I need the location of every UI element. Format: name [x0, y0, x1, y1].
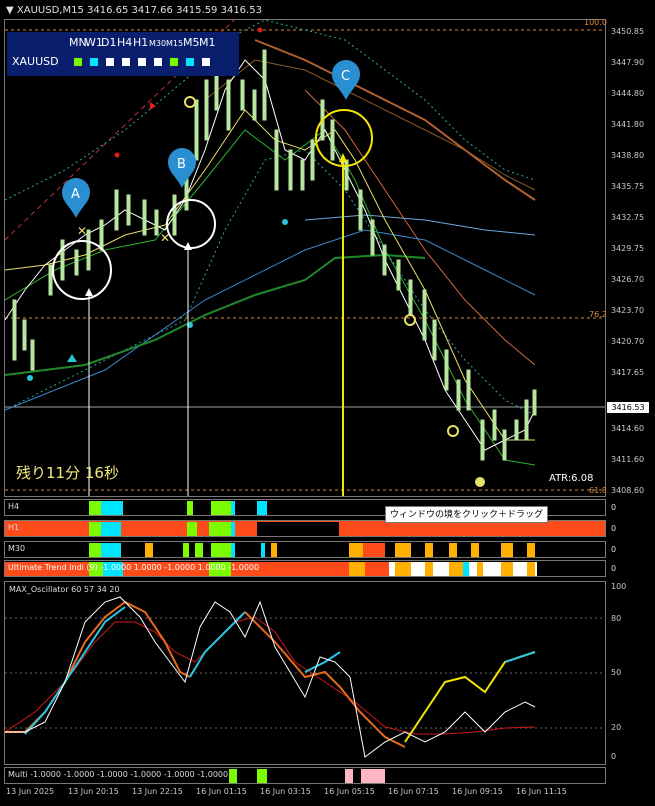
chart-menu-arrow-icon[interactable]: ▼: [6, 5, 14, 16]
mtf-tf-m5: M5: [183, 36, 200, 49]
multi-timeframe-panel: XAUUSD MN W1 D1 H4 H1 M30 M15 M5 M1: [7, 32, 239, 76]
strip-h4-label: H4: [8, 502, 20, 511]
ohlc-values: 3416.65 3417.66 3415.59 3416.53: [87, 5, 262, 16]
mtf-symbol: XAUUSD: [12, 55, 59, 68]
resize-tooltip: ウィンドウの境をクリック＋ドラッグ: [385, 506, 548, 523]
strip-ultimate-value: 0: [611, 564, 617, 573]
price-label: 3420.70: [611, 337, 645, 346]
strip-m30-label: M30: [8, 544, 26, 553]
mtf-status-square: [170, 58, 178, 66]
price-label: 3423.70: [611, 306, 645, 315]
mtf-status-square: [138, 58, 146, 66]
pin-b-icon: B: [168, 148, 196, 188]
price-label: 3447.90: [611, 58, 645, 67]
atr-value: ATR:6.08: [549, 473, 594, 484]
time-label: 13 Jun 2025: [6, 787, 55, 796]
time-label: 16 Jun 07:15: [388, 787, 439, 796]
mtf-status-square: [106, 58, 114, 66]
mtf-tf-m1: M1: [199, 36, 216, 49]
strip-ultimate-label: Ultimate Trend Indi (9) -1.0000 1.0000 -…: [8, 563, 260, 572]
svg-text:B: B: [177, 157, 186, 172]
osc-level: 50: [611, 668, 622, 677]
chart-title: ▼ XAUUSD,M15 3416.65 3417.66 3415.59 341…: [6, 5, 262, 16]
mtf-status-square: [90, 58, 98, 66]
price-label: 3441.80: [611, 120, 645, 129]
strip-multi[interactable]: Multi -1.0000 -1.0000 -1.0000 -1.0000 -1…: [4, 767, 606, 784]
price-label: 3432.75: [611, 213, 645, 222]
strip-ultimate-trend[interactable]: Ultimate Trend Indi (9) -1.0000 1.0000 -…: [4, 560, 606, 577]
fibo-76-label: 76.2: [589, 310, 607, 319]
mtf-status-square: [122, 58, 130, 66]
fibo-61-label: 61.8: [589, 486, 607, 495]
strip-multi-label: Multi -1.0000 -1.0000 -1.0000 -1.0000 -1…: [8, 770, 229, 779]
time-label: 16 Jun 03:15: [260, 787, 311, 796]
price-label: 3417.65: [611, 368, 645, 377]
price-label: 3444.80: [611, 89, 645, 98]
price-label: 3438.80: [611, 151, 645, 160]
time-label: 16 Jun 11:15: [516, 787, 567, 796]
strip-m30[interactable]: M30: [4, 541, 606, 558]
price-label: 3429.75: [611, 244, 645, 253]
fibo-100-label: 100.0: [584, 18, 607, 27]
symbol-timeframe: XAUUSD,M15: [16, 5, 84, 16]
candle-timer: 残り11分 16秒: [16, 464, 119, 482]
strip-h1-value: 0: [611, 524, 617, 533]
osc-level: 100: [611, 582, 627, 591]
osc-level: 20: [611, 723, 622, 732]
mtf-status-square: [154, 58, 162, 66]
mtf-tf-d1: D1: [101, 36, 117, 49]
time-label: 16 Jun 05:15: [324, 787, 375, 796]
mtf-status-square: [186, 58, 194, 66]
price-label: 3411.60: [611, 455, 645, 464]
oscillator-canvas: [5, 596, 605, 758]
price-label: 3426.70: [611, 275, 645, 284]
strip-h4-value: 0: [611, 503, 617, 512]
svg-text:A: A: [71, 187, 80, 202]
strip-m30-value: 0: [611, 545, 617, 554]
svg-text:✕: ✕: [77, 224, 87, 238]
time-label: 16 Jun 01:15: [196, 787, 247, 796]
mtf-tf-h1: H1: [133, 36, 149, 49]
svg-text:C: C: [341, 69, 350, 84]
price-label: 3408.60: [611, 486, 645, 495]
osc-level: 80: [611, 614, 622, 623]
time-label: 13 Jun 22:15: [132, 787, 183, 796]
mtf-tf-m15: M15: [166, 39, 184, 48]
price-label: 3450.85: [611, 27, 645, 36]
mtf-tf-m30: M30: [149, 39, 167, 48]
price-label: 3435.75: [611, 182, 645, 191]
mtf-tf-h4: H4: [117, 36, 133, 49]
time-label: 16 Jun 09:15: [452, 787, 503, 796]
current-price-tag: 3416.53: [607, 402, 649, 413]
osc-level: 0: [611, 752, 617, 761]
time-label: 13 Jun 20:15: [68, 787, 119, 796]
pin-c-icon: C: [332, 60, 360, 100]
price-chart-canvas: ✕ ✕: [5, 20, 605, 496]
strip-h1-label: H1: [8, 523, 20, 532]
price-label: 3414.60: [611, 424, 645, 433]
pin-a-icon: A: [62, 178, 90, 218]
mtf-status-square: [74, 58, 82, 66]
mtf-status-square: [202, 58, 210, 66]
